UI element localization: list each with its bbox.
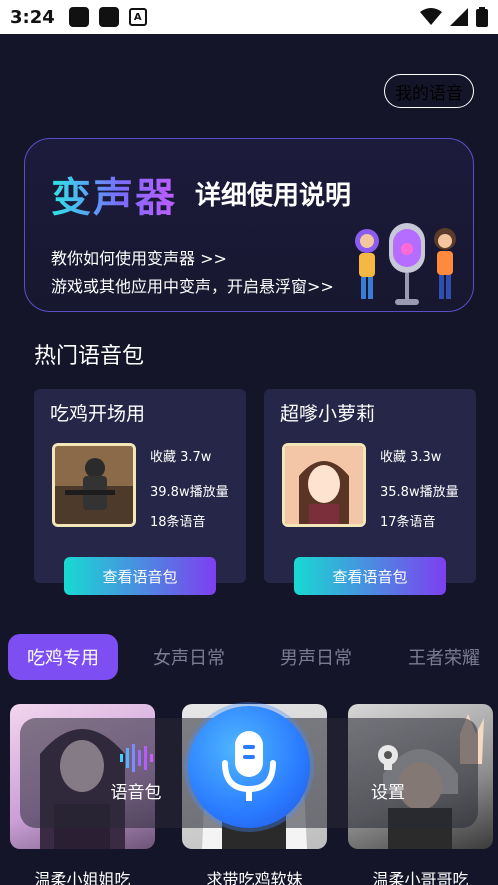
pack-favorites: 收藏 3.3w bbox=[380, 450, 442, 465]
wifi-icon bbox=[420, 8, 442, 25]
voice-title: 温柔小哥哥吃 bbox=[372, 870, 469, 885]
notification-icon bbox=[68, 7, 89, 27]
pack-favorites: 收藏 3.7w bbox=[150, 450, 212, 465]
settings-label: 设置 bbox=[371, 782, 405, 803]
battery-icon bbox=[476, 7, 488, 27]
category-tabs: 吃鸡专用 女声日常 男声日常 王者荣耀 bbox=[0, 634, 498, 680]
hot-voice-packs-title: 热门语音包 bbox=[34, 344, 145, 369]
pack-count: 18条语音 bbox=[150, 515, 206, 530]
settings-nav[interactable]: 设置 bbox=[338, 718, 438, 828]
pack-count: 17条语音 bbox=[380, 515, 436, 530]
banner-title: 详细使用说明 bbox=[195, 181, 352, 211]
tab-pubg[interactable]: 吃鸡专用 bbox=[8, 634, 118, 680]
settings-icon bbox=[378, 744, 398, 770]
anime-girl-image bbox=[285, 446, 363, 524]
voice-pack-label: 语音包 bbox=[110, 782, 162, 803]
tab-female-daily[interactable]: 女声日常 bbox=[153, 634, 225, 680]
microphone-icon bbox=[222, 731, 276, 801]
notification-icon bbox=[98, 7, 119, 27]
status-time: 3:24 bbox=[10, 6, 55, 28]
view-voice-pack-button[interactable]: 查看语音包 bbox=[294, 557, 446, 595]
voice-pack-nav[interactable]: 语音包 bbox=[86, 718, 186, 828]
tab-honor-of-kings[interactable]: 王者荣耀 bbox=[408, 634, 480, 680]
record-microphone-button[interactable] bbox=[188, 706, 310, 828]
pack-name: 吃鸡开场用 bbox=[50, 403, 146, 425]
pack-plays: 39.8w播放量 bbox=[150, 485, 229, 500]
tab-male-daily[interactable]: 男声日常 bbox=[280, 634, 352, 680]
pack-plays: 35.8w播放量 bbox=[380, 485, 459, 500]
voice-title: 温柔小姐姐吃 bbox=[34, 870, 131, 885]
my-voice-button[interactable]: 我的语音 bbox=[384, 74, 474, 108]
usage-guide-banner[interactable]: 变声器 详细使用说明 教你如何使用变声器 >> 游戏或其他应用中变声，开启悬浮窗… bbox=[24, 138, 474, 312]
pack-name: 超嗲小萝莉 bbox=[280, 403, 376, 425]
how-to-use-link[interactable]: 教你如何使用变声器 >> bbox=[51, 245, 227, 269]
microphone-illustration bbox=[355, 223, 456, 305]
app-logo-text: 变声器 bbox=[51, 165, 177, 223]
voice-title: 求带吃鸡软妹 bbox=[206, 870, 303, 885]
view-voice-pack-button[interactable]: 查看语音包 bbox=[64, 557, 216, 595]
soldier-image bbox=[55, 446, 133, 524]
signal-icon bbox=[450, 8, 468, 26]
font-icon: A bbox=[128, 8, 147, 26]
pack-thumbnail bbox=[52, 443, 136, 527]
floating-window-link[interactable]: 游戏或其他应用中变声，开启悬浮窗>> bbox=[51, 273, 334, 297]
sound-wave-icon bbox=[120, 743, 153, 772]
voice-pack-card[interactable]: 超嗲小萝莉 收藏 3.3w 35.8w播放量 17条语音 查看语音包 bbox=[264, 389, 476, 595]
status-indicators bbox=[420, 7, 488, 27]
voice-pack-card[interactable]: 吃鸡开场用 收藏 3.7w 39.8w播放量 18条语音 查看语音包 bbox=[34, 389, 246, 595]
status-bar: 3:24 A bbox=[0, 0, 498, 34]
pack-thumbnail bbox=[282, 443, 366, 527]
